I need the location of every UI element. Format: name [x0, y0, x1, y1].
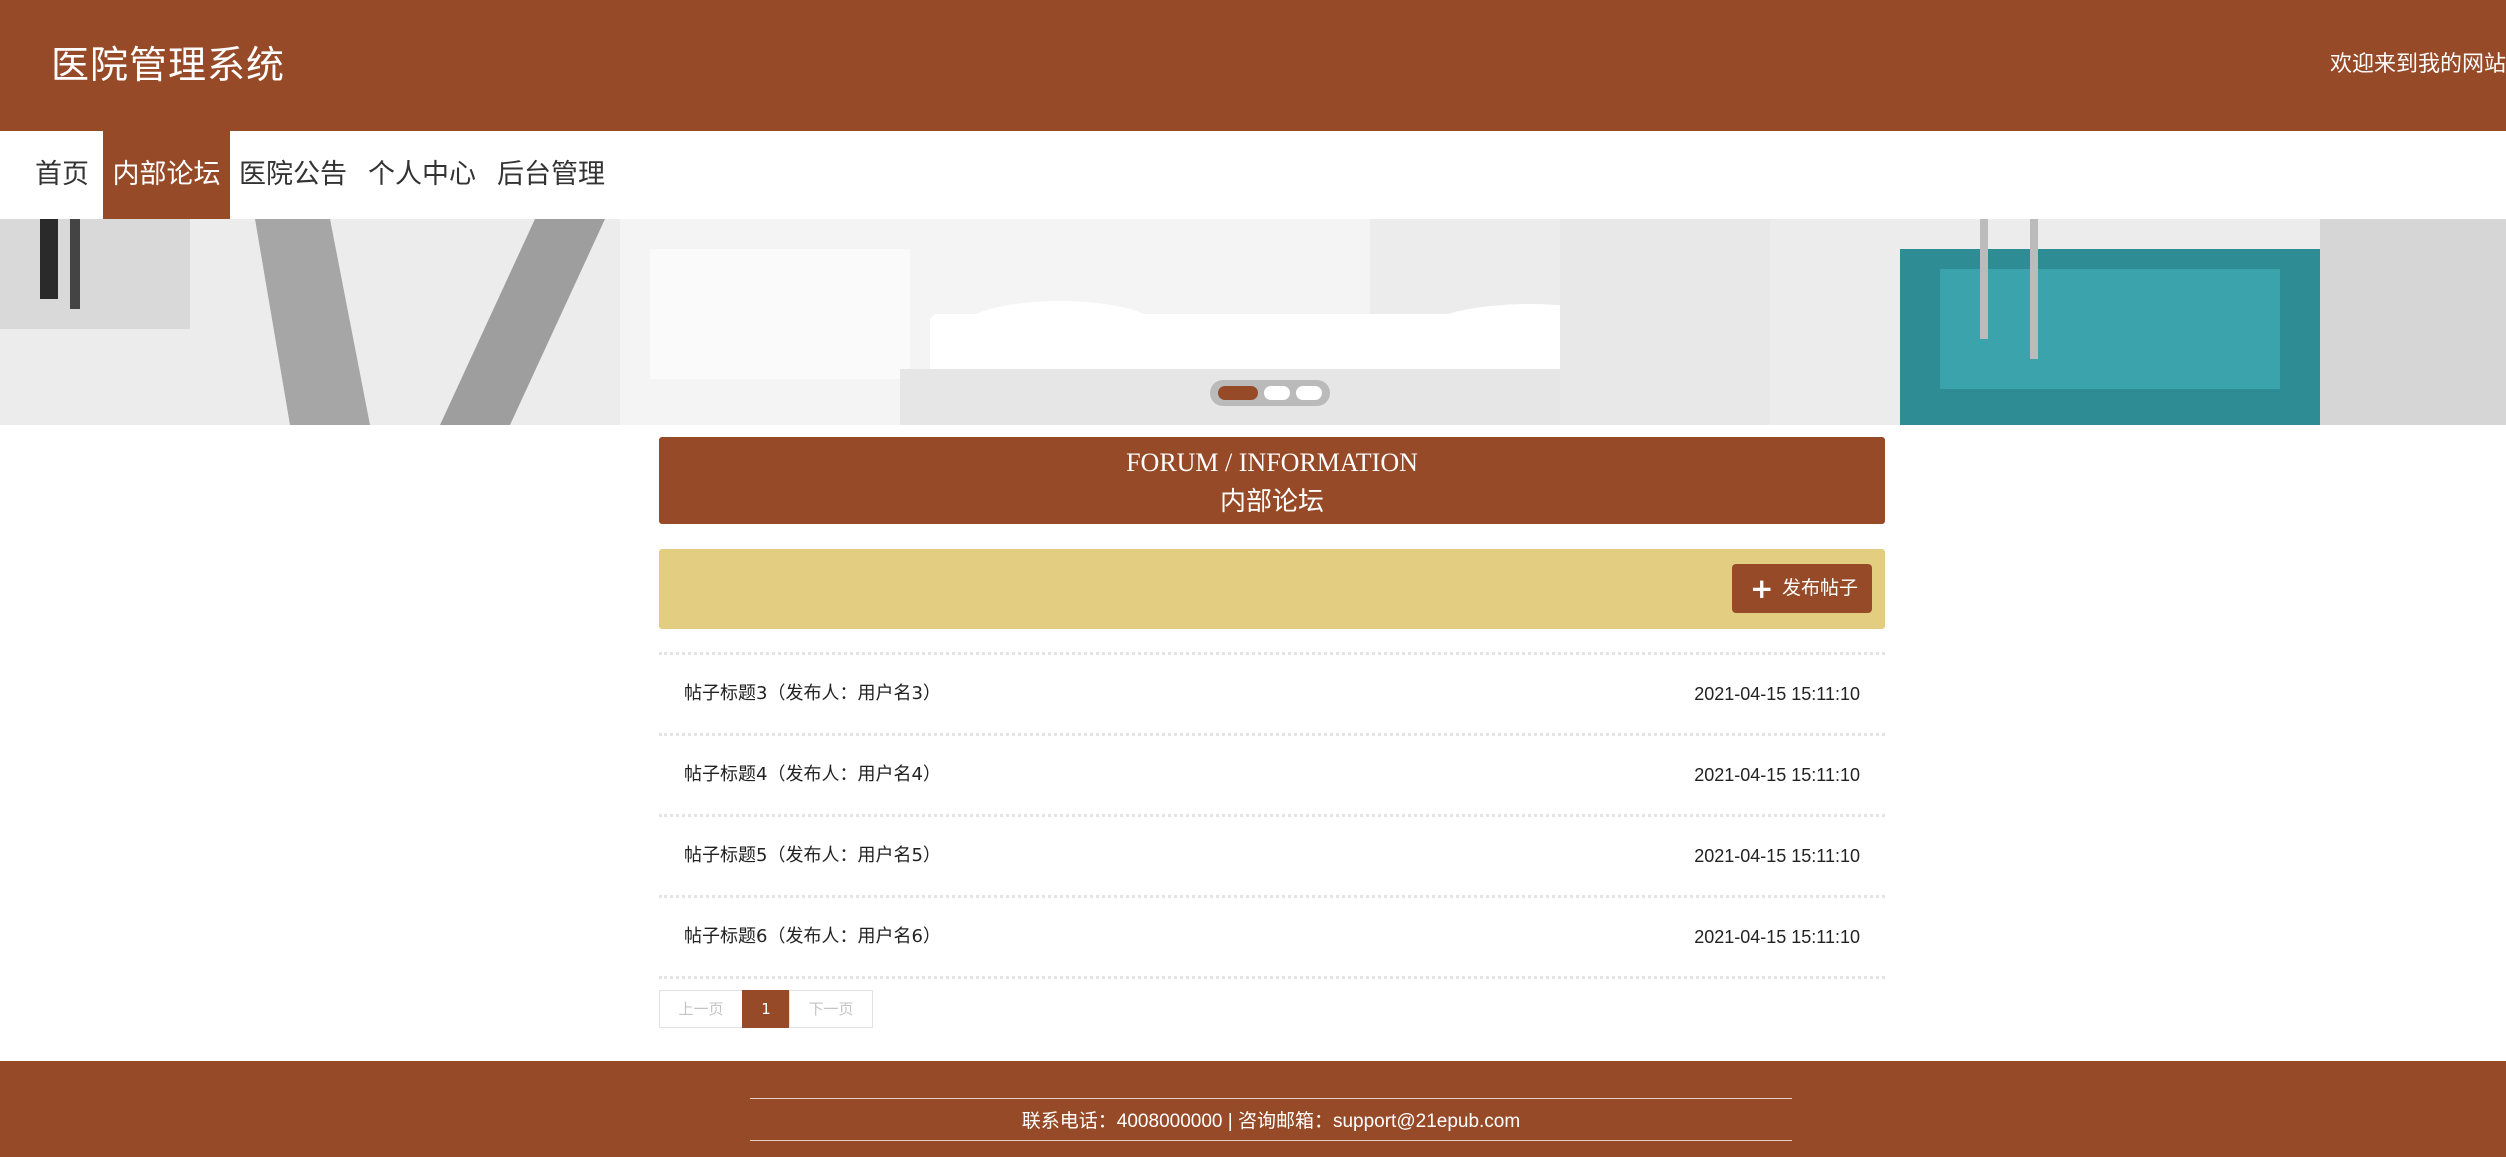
main-nav: 首页 内部论坛 医院公告 个人中心 后台管理 [0, 131, 2506, 219]
carousel-dot-2[interactable] [1264, 386, 1290, 400]
list-item[interactable]: 帖子标题3（发布人：用户名3） 2021-04-15 15:11:10 [659, 655, 1885, 736]
site-footer: 联系电话：4008000000 | 咨询邮箱：support@21epub.co… [0, 1061, 2506, 1157]
post-title[interactable]: 帖子标题6（发布人：用户名6） [684, 898, 941, 976]
post-time: 2021-04-15 15:11:10 [1694, 684, 1860, 704]
welcome-text: 欢迎来到我的网站 [2329, 52, 2506, 77]
nav-item-admin[interactable]: 后台管理 [491, 131, 611, 219]
list-item[interactable]: 帖子标题4（发布人：用户名4） 2021-04-15 15:11:10 [659, 736, 1885, 817]
nav-item-forum[interactable]: 内部论坛 [103, 131, 230, 219]
plus-icon: + [1750, 572, 1774, 605]
nav-item-home[interactable]: 首页 [23, 131, 101, 219]
site-title: 医院管理系统 [51, 43, 286, 87]
page-1-button[interactable]: 1 [742, 990, 790, 1028]
footer-divider-top [750, 1098, 1792, 1099]
post-title[interactable]: 帖子标题5（发布人：用户名5） [684, 817, 941, 895]
top-header: 医院管理系统 欢迎来到我的网站 [0, 0, 2506, 131]
post-title[interactable]: 帖子标题3（发布人：用户名3） [684, 655, 941, 733]
carousel-dot-1[interactable] [1218, 386, 1258, 400]
footer-divider-bottom [750, 1140, 1792, 1141]
section-title-en: FORUM / INFORMATION [1126, 448, 1418, 477]
section-header: FORUM / INFORMATION 内部论坛 [659, 437, 1885, 524]
nav-item-profile[interactable]: 个人中心 [362, 131, 482, 219]
post-time: 2021-04-15 15:11:10 [1694, 927, 1860, 947]
footer-contact: 联系电话：4008000000 | 咨询邮箱：support@21epub.co… [1021, 1111, 1521, 1132]
carousel-dot-3[interactable] [1296, 386, 1322, 400]
next-page-button[interactable]: 下一页 [789, 990, 873, 1028]
banner-carousel [0, 219, 2506, 425]
post-time: 2021-04-15 15:11:10 [1694, 846, 1860, 866]
post-title[interactable]: 帖子标题4（发布人：用户名4） [684, 736, 941, 814]
new-post-label: 发布帖子 [1782, 577, 1859, 599]
section-title-cn: 内部论坛 [1219, 487, 1324, 517]
prev-page-button[interactable]: 上一页 [659, 990, 743, 1028]
list-item[interactable]: 帖子标题5（发布人：用户名5） 2021-04-15 15:11:10 [659, 817, 1885, 898]
carousel-dots [1210, 380, 1330, 406]
post-time: 2021-04-15 15:11:10 [1694, 765, 1860, 785]
new-post-button[interactable]: + 发布帖子 [1732, 564, 1872, 613]
nav-item-announcements[interactable]: 医院公告 [233, 131, 353, 219]
list-item[interactable]: 帖子标题6（发布人：用户名6） 2021-04-15 15:11:10 [659, 898, 1885, 979]
post-list: 帖子标题3（发布人：用户名3） 2021-04-15 15:11:10 帖子标题… [659, 652, 1885, 979]
forum-toolbar: + 发布帖子 [659, 549, 1885, 629]
